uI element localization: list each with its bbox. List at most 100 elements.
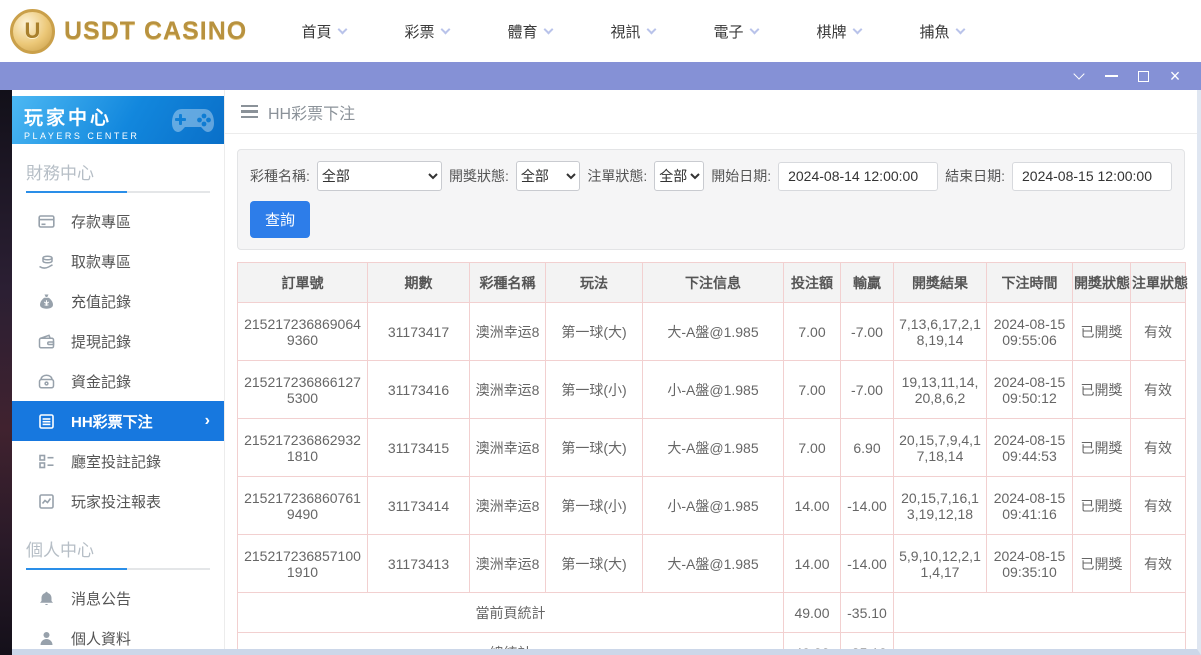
nav-item-cards[interactable]: 棋牌	[787, 21, 890, 42]
col-order-status: 注單狀態	[1131, 263, 1186, 303]
section-label-finance: 財務中心	[12, 144, 224, 191]
room-records-icon	[38, 453, 55, 470]
sidebar-item-withdrawal-records[interactable]: 提現記錄	[12, 321, 224, 361]
nav-item-home[interactable]: 首頁	[272, 21, 375, 42]
cell-winloss: -7.00	[841, 361, 894, 419]
cell-order-no: 2152172368661275300	[238, 361, 368, 419]
table-row: 2152172368607619490 31173414 澳洲幸运8 第一球(小…	[238, 477, 1186, 535]
col-period: 期數	[368, 263, 470, 303]
sidebar-item-recharge-records[interactable]: 充值記錄	[12, 281, 224, 321]
cell-period: 31173415	[368, 419, 470, 477]
cell-winloss: -14.00	[841, 477, 894, 535]
nav-label: 體育	[507, 21, 537, 42]
sidebar-item-announcements[interactable]: 消息公告	[12, 578, 224, 618]
page-title: HH彩票下注	[268, 100, 355, 124]
collapse-button[interactable]	[1063, 62, 1095, 90]
logo-text: USDT CASINO	[64, 17, 247, 46]
sidebar-item-player-bet-report[interactable]: 玩家投注報表	[12, 481, 224, 521]
page-summary-row: 當前頁統計 49.00 -35.10	[238, 593, 1186, 633]
minimize-button[interactable]	[1095, 62, 1127, 90]
chevron-down-icon	[955, 24, 965, 34]
order-status-select[interactable]: 全部	[654, 161, 704, 191]
cell-draw-status: 已開獎	[1073, 535, 1131, 593]
cell-order-status: 有效	[1131, 477, 1186, 535]
nav-item-live[interactable]: 視訊	[581, 21, 684, 42]
hamburger-menu-icon[interactable]	[241, 105, 258, 119]
nav-label: 彩票	[404, 21, 434, 42]
close-icon: ×	[1170, 67, 1181, 85]
cell-bet-info: 小-A盤@1.985	[643, 477, 784, 535]
cell-bet-time: 2024-08-15 09:55:06	[987, 303, 1073, 361]
end-date-input[interactable]	[1012, 162, 1172, 191]
grand-summary-empty	[894, 633, 1186, 650]
start-date-input[interactable]	[778, 162, 938, 191]
cell-bet-info: 大-A盤@1.985	[643, 535, 784, 593]
maximize-button[interactable]	[1127, 62, 1159, 90]
nav-item-fishing[interactable]: 捕魚	[890, 21, 993, 42]
section-label-personal: 個人中心	[12, 521, 224, 568]
grand-summary-row: 總統計 49.00 -35.10	[238, 633, 1186, 650]
bet-list-icon	[38, 413, 55, 430]
sidebar-item-withdraw[interactable]: 取款專區	[12, 241, 224, 281]
sidebar-item-funds-records[interactable]: 資金記錄	[12, 361, 224, 401]
filter-panel: 彩種名稱: 全部 開獎狀態: 全部 注單狀態: 全部 開始日期: 結束日期:	[237, 149, 1185, 250]
cell-winloss: -14.00	[841, 535, 894, 593]
nav-label: 電子	[713, 21, 743, 42]
main-header: HH彩票下注	[225, 90, 1197, 134]
page-summary-bet-total: 49.00	[784, 593, 841, 633]
players-center-header: 玩家中心 PLAYERS CENTER	[12, 96, 224, 144]
cell-winloss: 6.90	[841, 419, 894, 477]
sidebar-item-label: 玩家投注報表	[71, 491, 161, 512]
nav-label: 首頁	[301, 21, 331, 42]
window-body: 玩家中心 PLAYERS CENTER 財務中心 存款專區 取款專區	[0, 90, 1201, 655]
draw-status-label: 開獎狀態:	[449, 166, 509, 186]
sidebar-item-label: 取款專區	[71, 251, 131, 272]
nav-item-slots[interactable]: 電子	[684, 21, 787, 42]
cell-period: 31173417	[368, 303, 470, 361]
cell-order-status: 有效	[1131, 419, 1186, 477]
close-button[interactable]: ×	[1159, 62, 1191, 90]
col-lottery-name: 彩種名稱	[470, 263, 546, 303]
cell-lottery-name: 澳洲幸运8	[470, 535, 546, 593]
cell-draw-status: 已開獎	[1073, 419, 1131, 477]
cell-order-status: 有效	[1131, 535, 1186, 593]
sidebar-item-deposit[interactable]: 存款專區	[12, 201, 224, 241]
bets-table: 訂單號 期數 彩種名稱 玩法 下注信息 投注額 輸贏 開獎結果 下注時間 開獎狀…	[237, 262, 1186, 649]
col-play: 玩法	[546, 263, 643, 303]
cell-play: 第一球(大)	[546, 419, 643, 477]
nav-label: 視訊	[610, 21, 640, 42]
sidebar-item-hh-lottery-bets[interactable]: HH彩票下注 ›	[12, 401, 224, 441]
bell-icon	[38, 590, 55, 607]
cell-order-no: 2152172368571001910	[238, 535, 368, 593]
col-draw-result: 開獎結果	[894, 263, 987, 303]
sidebar-item-room-bet-records[interactable]: 廳室投註記錄	[12, 441, 224, 481]
cell-order-no: 2152172368690649360	[238, 303, 368, 361]
report-icon	[38, 493, 55, 510]
col-bet-amount: 投注額	[784, 263, 841, 303]
site-logo[interactable]: U USDT CASINO	[0, 9, 262, 54]
top-navigation: U USDT CASINO 首頁 彩票 體育 視訊 電子 棋牌 捕魚	[0, 0, 1201, 62]
cell-bet-info: 大-A盤@1.985	[643, 303, 784, 361]
nav-label: 棋牌	[816, 21, 846, 42]
grand-summary-bet-total: 49.00	[784, 633, 841, 650]
lottery-name-select[interactable]: 全部	[317, 161, 442, 191]
sidebar: 玩家中心 PLAYERS CENTER 財務中心 存款專區 取款專區	[12, 90, 225, 649]
nav-item-sports[interactable]: 體育	[478, 21, 581, 42]
cell-draw-result: 20,15,7,9,4,17,18,14	[894, 419, 987, 477]
lottery-name-label: 彩種名稱:	[250, 166, 310, 186]
nav-item-lottery[interactable]: 彩票	[375, 21, 478, 42]
sidebar-item-profile[interactable]: 個人資料	[12, 618, 224, 655]
cell-bet-amount: 7.00	[784, 303, 841, 361]
maximize-icon	[1138, 71, 1149, 82]
logo-coin-icon: U	[10, 9, 55, 54]
cell-play: 第一球(小)	[546, 477, 643, 535]
end-date-label: 結束日期:	[945, 166, 1005, 186]
gamepad-icon	[170, 103, 216, 137]
bank-card-icon	[38, 213, 55, 230]
draw-status-select[interactable]: 全部	[516, 161, 580, 191]
search-button[interactable]: 查詢	[250, 201, 310, 238]
page-summary-empty	[894, 593, 1186, 633]
order-status-label: 注單狀態:	[587, 166, 647, 186]
page-summary-winloss-total: -35.10	[841, 593, 894, 633]
cell-play: 第一球(大)	[546, 303, 643, 361]
